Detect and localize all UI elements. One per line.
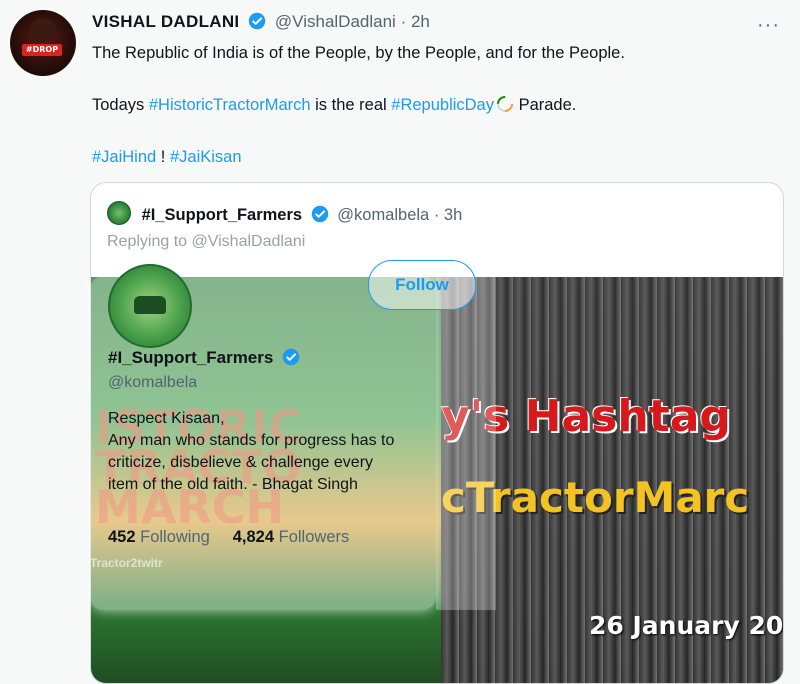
separator-dot: · xyxy=(433,206,440,224)
line2-prefix: Todays xyxy=(92,96,149,114)
followers-label: Followers xyxy=(278,528,350,546)
hover-card-name-text[interactable]: #I_Support_Farmers xyxy=(108,348,273,367)
following-link[interactable]: 452 Following xyxy=(108,528,210,546)
hashtag-jai-hind[interactable]: #JaiHind xyxy=(92,148,156,166)
tweet-text-line2: Todays #HistoricTractorMarch is the real… xyxy=(92,94,576,116)
quoted-timestamp[interactable]: 3h xyxy=(444,206,462,224)
hover-card-stats: 452 Following 4,824 Followers xyxy=(108,528,349,547)
hover-card-bio: Respect Kisaan, Any man who stands for p… xyxy=(108,408,394,496)
author-handle[interactable]: @VishalDadlani xyxy=(275,12,396,31)
verified-badge-icon xyxy=(311,205,329,228)
bio-line: Respect Kisaan, xyxy=(108,410,225,427)
hover-card-name[interactable]: #I_Support_Farmers xyxy=(108,348,304,371)
tweet-timestamp[interactable]: 2h xyxy=(411,12,430,31)
author-avatar[interactable]: #DROP xyxy=(10,10,76,76)
hover-card-avatar[interactable] xyxy=(108,264,192,348)
hover-card-footer-text: Tractor2twitr xyxy=(90,556,163,570)
bio-line: Any man who stands for progress has to xyxy=(108,432,395,449)
quoted-author-name[interactable]: #I_Support_Farmers xyxy=(142,206,302,224)
separator-dot: · xyxy=(400,12,407,31)
quoted-tweet-header: #I_Support_Farmers @komalbela · 3h xyxy=(107,201,462,228)
author-name[interactable]: VISHAL DADLANI xyxy=(92,12,239,31)
hashtag-historic-tractor-march[interactable]: #HistoricTractorMarch xyxy=(149,96,311,114)
avatar-badge: #DROP xyxy=(22,44,62,56)
line2-suffix: Parade. xyxy=(514,96,577,114)
tweet-text-line1: The Republic of India is of the People, … xyxy=(92,44,625,62)
replying-to-text: Replying to @VishalDadlani xyxy=(107,233,306,250)
quoted-author-handle[interactable]: @komalbela xyxy=(337,206,429,224)
tweet-text-line3: #JaiHind ! #JaiKisan xyxy=(92,146,242,168)
quoted-author-avatar[interactable] xyxy=(107,201,131,225)
follow-button[interactable]: Follow xyxy=(368,260,476,310)
republic-day-emoji-icon xyxy=(496,95,514,113)
avatar-face xyxy=(30,18,56,42)
tweet-header: VISHAL DADLANI @VishalDadlani · 2h xyxy=(92,12,430,35)
hashtag-jai-kisan[interactable]: #JaiKisan xyxy=(170,148,242,166)
line3-separator: ! xyxy=(156,148,170,166)
bio-line: criticize, disbelieve & challenge every xyxy=(108,454,374,471)
line2-middle: is the real xyxy=(310,96,392,114)
tweet[interactable]: #DROP VISHAL DADLANI @VishalDadlani · 2h… xyxy=(0,0,800,684)
followers-link[interactable]: 4,824 Followers xyxy=(233,528,350,546)
following-count: 452 xyxy=(108,528,136,546)
following-label: Following xyxy=(140,528,210,546)
verified-badge-icon xyxy=(282,348,300,371)
hashtag-republic-day[interactable]: #RepublicDay xyxy=(391,96,494,114)
image-date: 26 January 20 xyxy=(589,611,784,640)
bio-line: item of the old faith. - Bhagat Singh xyxy=(108,476,358,493)
hover-card-fade xyxy=(436,276,496,610)
verified-badge-icon xyxy=(248,12,266,35)
followers-count: 4,824 xyxy=(232,528,275,546)
more-horizontal-icon[interactable]: ··· xyxy=(757,14,780,37)
profile-hover-card[interactable]: Follow #I_Support_Farmers @komalbela Res… xyxy=(90,260,496,610)
tractor-icon xyxy=(134,296,166,314)
hover-card-handle[interactable]: @komalbela xyxy=(108,374,197,392)
